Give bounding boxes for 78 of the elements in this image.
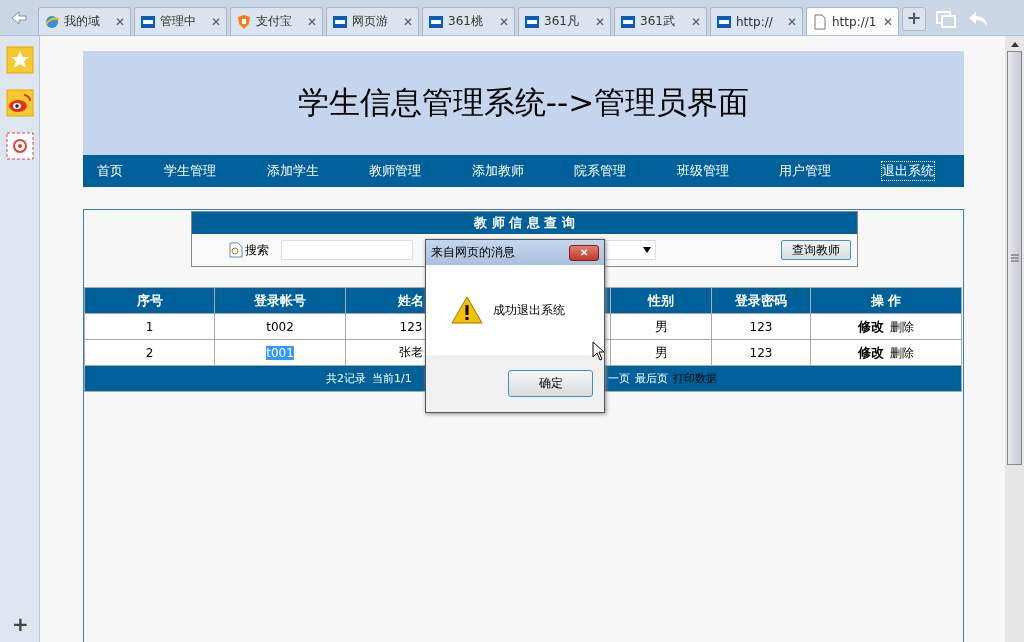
close-icon[interactable]: ✕ — [786, 14, 797, 29]
close-button[interactable]: ✕ — [569, 244, 599, 261]
delete-link[interactable]: 删除 — [890, 319, 914, 334]
search-icon — [229, 242, 243, 258]
nav-link[interactable]: 用户管理 — [779, 162, 882, 180]
table-cell: t001 — [214, 339, 346, 366]
browser-tab[interactable]: 管理中 ✕ — [134, 7, 227, 35]
site-logo-icon — [332, 13, 348, 30]
site-logo-icon — [716, 13, 732, 30]
column-header: 操 作 — [810, 287, 962, 314]
close-icon[interactable]: ✕ — [306, 14, 317, 29]
warning-icon — [451, 295, 483, 325]
browser-tab[interactable]: 支付宝 ✕ — [230, 7, 323, 35]
query-title: 教 师 信 息 查 询 — [192, 212, 857, 234]
table-cell: t002 — [214, 313, 346, 340]
browser-tab[interactable]: http:// ✕ — [710, 7, 803, 35]
ok-button[interactable]: 确定 — [508, 370, 593, 397]
column-header: 性别 — [610, 287, 712, 314]
close-icon[interactable]: ✕ — [594, 14, 605, 29]
pagination-text: 当前1/1 — [372, 371, 412, 386]
search-label: 搜索 — [245, 241, 269, 259]
delete-link[interactable]: 删除 — [890, 345, 914, 360]
caret-icon — [643, 247, 651, 253]
table-cell: 男 — [610, 339, 712, 366]
shield-icon — [236, 13, 252, 30]
add-button[interactable]: + — [12, 612, 29, 636]
scroll-up-icon[interactable] — [1009, 40, 1020, 48]
site-logo-icon — [140, 13, 156, 30]
pagination-link[interactable]: 一页 — [608, 371, 630, 386]
nav-link[interactable]: 添加学生 — [266, 162, 369, 180]
search-field[interactable] — [281, 240, 413, 260]
browser-tab[interactable]: http://1 ✕ — [806, 7, 899, 35]
scrollbar[interactable] — [1005, 36, 1024, 642]
nav-link[interactable]: 教师管理 — [369, 162, 472, 180]
table-cell: 123 — [711, 339, 811, 366]
page-icon — [812, 13, 828, 30]
column-header: 序号 — [84, 287, 215, 314]
page-title: 学生信息管理系统-->管理员界面 — [297, 83, 750, 122]
close-icon[interactable]: ✕ — [882, 14, 893, 29]
dialog-message: 成功退出系统 — [493, 301, 565, 319]
new-tab-button[interactable]: + — [902, 7, 926, 31]
back-icon[interactable] — [10, 10, 28, 26]
column-header: 登录密码 — [711, 287, 811, 314]
site-logo-icon — [428, 13, 444, 30]
nav-link[interactable]: 首页 — [97, 162, 164, 180]
browser-tab[interactable]: 361凡 ✕ — [518, 7, 611, 35]
close-icon[interactable]: ✕ — [498, 14, 509, 29]
nav-link[interactable]: 添加教师 — [471, 162, 574, 180]
close-icon[interactable]: ✕ — [402, 14, 413, 29]
browser-tab[interactable]: 361武 ✕ — [614, 7, 707, 35]
mail-icon[interactable] — [5, 132, 34, 160]
nav-link[interactable]: 院系管理 — [574, 162, 677, 180]
close-icon[interactable]: ✕ — [690, 14, 701, 29]
grip-icon — [1010, 254, 1019, 262]
edit-link[interactable]: 修改 — [858, 344, 884, 360]
column-header: 登录帐号 — [214, 287, 346, 314]
close-icon[interactable]: ✕ — [114, 14, 125, 29]
edit-link[interactable]: 修改 — [858, 318, 884, 334]
globe-icon — [44, 13, 60, 30]
browser-tab[interactable]: 361桃 ✕ — [422, 7, 515, 35]
table-cell: 男 — [610, 313, 712, 340]
dialog-title: 来自网页的消息 — [431, 244, 516, 261]
site-logo-icon — [524, 13, 540, 30]
pagination-text: 共2记录 — [326, 371, 366, 386]
eye-icon[interactable] — [5, 89, 34, 117]
query-button[interactable]: 查询教师 — [781, 240, 851, 260]
nav-link[interactable]: 退出系统 — [881, 162, 934, 180]
browser-tab[interactable]: 网页游 ✕ — [326, 7, 419, 35]
table-cell: 123 — [711, 313, 811, 340]
site-logo-icon — [620, 13, 636, 30]
table-cell: 1 — [84, 313, 215, 340]
close-icon[interactable]: ✕ — [210, 14, 221, 29]
browser-tab[interactable]: 我的域 ✕ — [38, 7, 131, 35]
table-cell: 2 — [84, 339, 215, 366]
pagination-link[interactable]: 最后页 — [635, 371, 668, 386]
window-icon[interactable] — [934, 9, 958, 29]
nav-link[interactable]: 班级管理 — [676, 162, 779, 180]
nav-link[interactable]: 学生管理 — [164, 162, 267, 180]
